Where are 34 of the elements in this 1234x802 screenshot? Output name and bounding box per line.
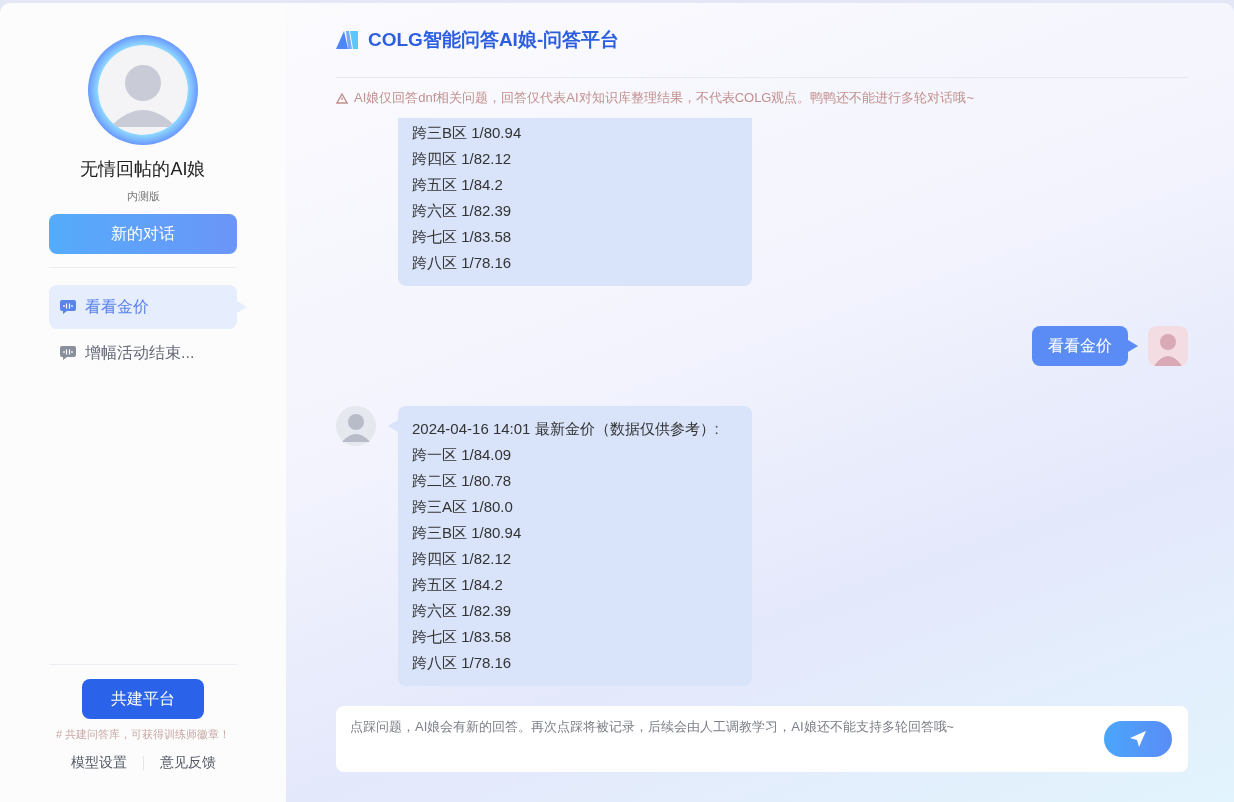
bot-name: 无情回帖的AI娘 [80, 158, 206, 181]
warning-icon [336, 92, 348, 104]
message-line: 跨七区 1/83.58 [412, 627, 513, 647]
user-avatar [1148, 326, 1188, 366]
bot-avatar [336, 406, 376, 446]
message-line: 跨二区 1/80.78 [412, 471, 513, 491]
message-line: 跨三B区 1/80.94 [412, 123, 523, 143]
message-line: 跨五区 1/84.2 [412, 175, 504, 195]
message-line: 跨八区 1/78.16 [412, 253, 513, 273]
message-line: 跨八区 1/78.16 [412, 653, 513, 673]
message-line: 跨一区 1/84.09 [412, 445, 513, 465]
message-line: 2024-04-16 14:01 最新金价（数据仅供参考）: [412, 419, 720, 439]
send-button[interactable] [1104, 721, 1172, 757]
footer-link[interactable]: 模型设置 [70, 754, 127, 772]
build-hint: # 共建问答库，可获得训练师徽章！ [55, 727, 231, 742]
conversation-item[interactable]: 增幅活动结束... [49, 331, 237, 375]
footer-link[interactable]: 意见反馈 [159, 754, 216, 772]
chat-bubble-icon [59, 345, 77, 361]
version-label: 内测版 [126, 189, 160, 204]
message-line: 跨六区 1/82.39 [412, 201, 513, 221]
message-line: 跨七区 1/83.58 [412, 227, 513, 247]
message-line: 看看金价 [1048, 335, 1112, 356]
message-line: 跨四区 1/82.12 [412, 149, 513, 169]
message-line: 跨四区 1/82.12 [412, 549, 513, 569]
message-line: 跨六区 1/82.39 [412, 601, 513, 621]
build-platform-button[interactable]: 共建平台 [82, 679, 204, 719]
message-line: 跨三A区 1/80.0 [412, 497, 514, 517]
page-title: COLG智能问答AI娘-问答平台 [368, 28, 620, 52]
message-line: 跨五区 1/84.2 [412, 575, 504, 595]
notice-text: AI娘仅回答dnf相关问题，回答仅代表AI对知识库整理结果，不代表COLG观点。鸭鸭还不能进行多轮对话哦~ [354, 89, 975, 107]
logo-icon [336, 31, 358, 49]
send-icon [1128, 729, 1148, 749]
chat-bubble-icon [59, 299, 77, 315]
message-line: 跨三B区 1/80.94 [412, 523, 523, 543]
